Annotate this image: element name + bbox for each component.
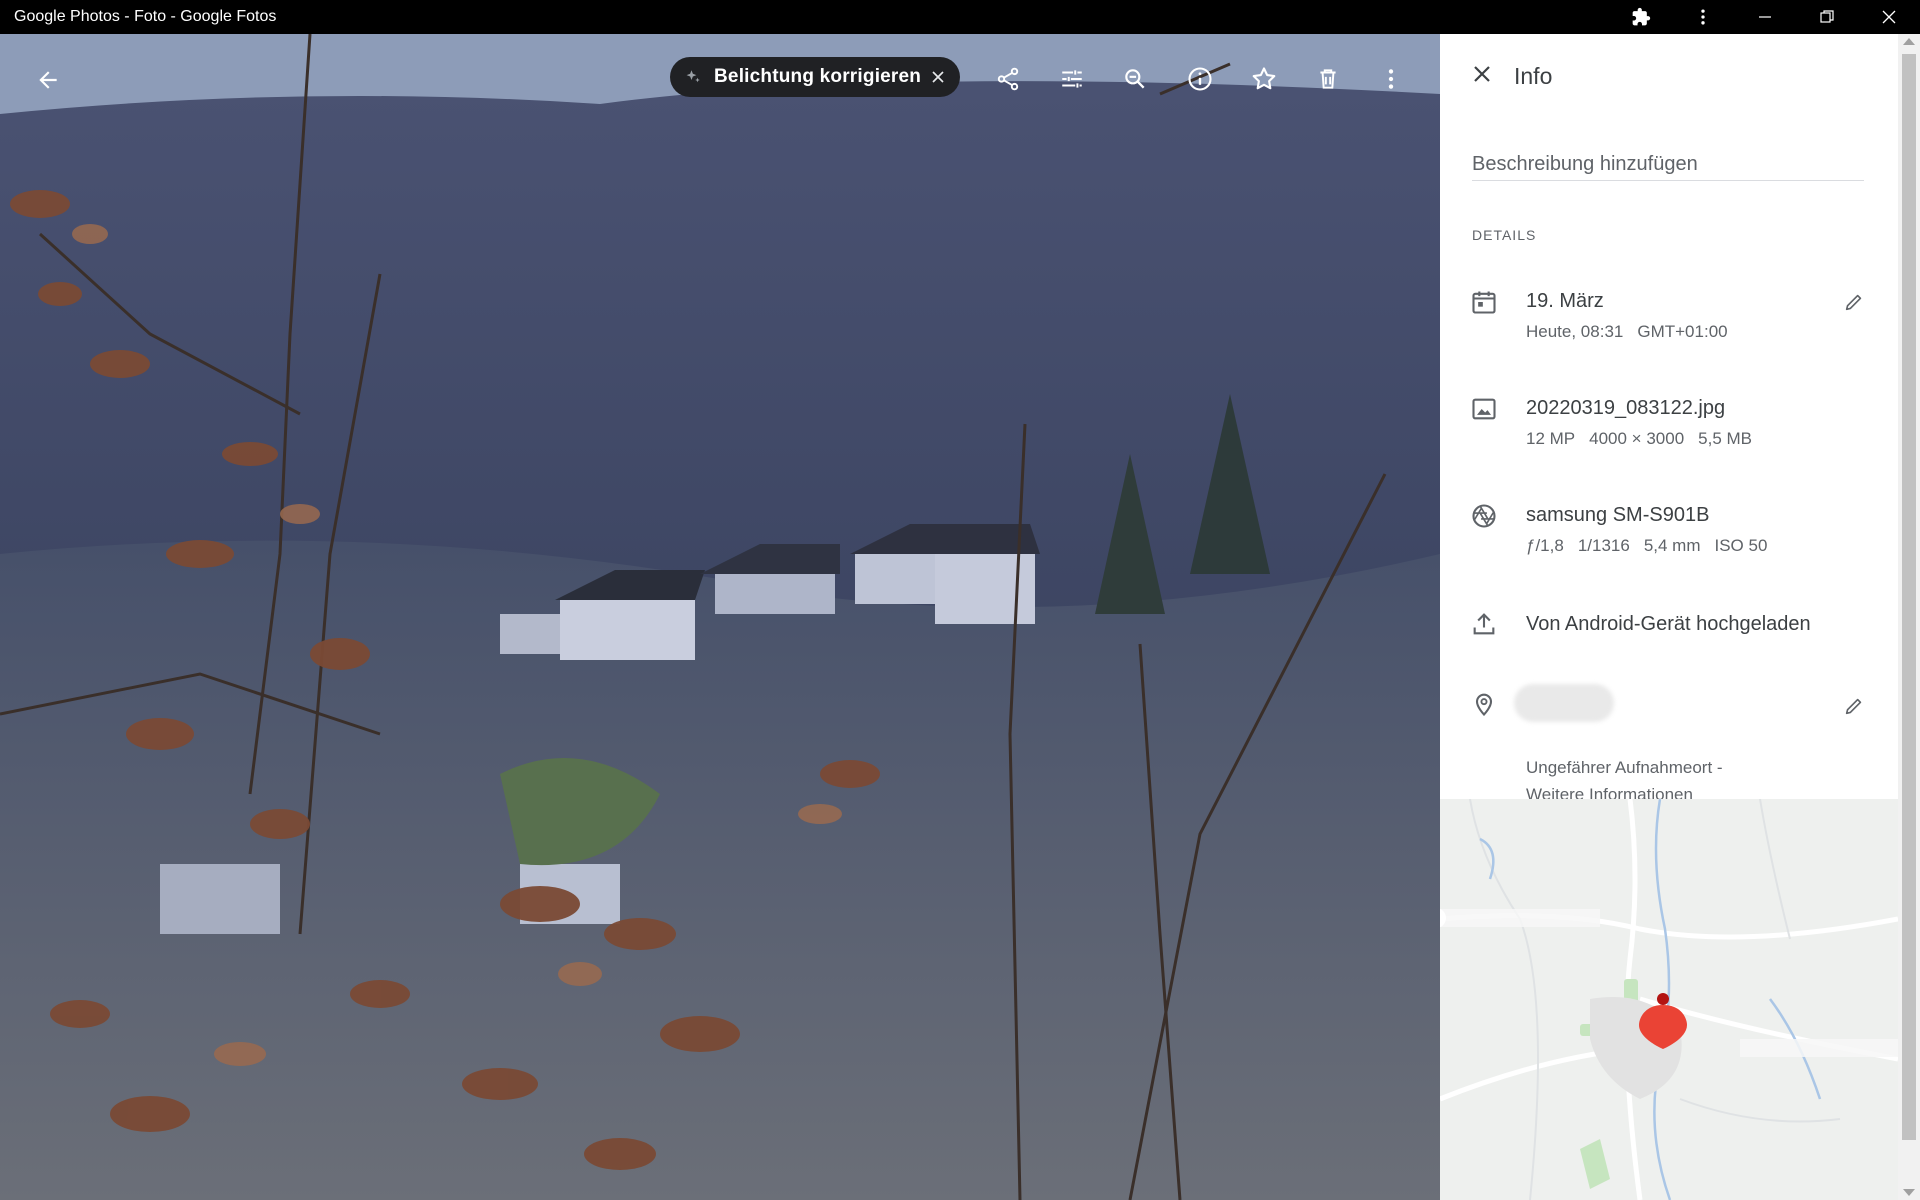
camera-settings: ƒ/1,8 1/1316 5,4 mm ISO 50 — [1526, 536, 1781, 556]
upload-source: Von Android-Gerät hochgeladen — [1526, 613, 1811, 635]
edit-button[interactable] — [1050, 57, 1094, 101]
extensions-icon[interactable] — [1610, 0, 1672, 34]
camera-focal-length: 5,4 mm — [1643, 536, 1701, 555]
file-details: 12 MP 4000 × 3000 5,5 MB — [1526, 429, 1766, 449]
map-label-redacted — [1440, 909, 1600, 927]
minimize-icon[interactable] — [1734, 0, 1796, 34]
location-pin-icon — [1475, 693, 1493, 717]
suggestion-chip-label: Belichtung korrigieren — [714, 66, 922, 87]
camera-aperture-icon — [1472, 504, 1496, 528]
details-heading: DETAILS — [1472, 227, 1537, 243]
pencil-icon — [1845, 698, 1862, 715]
file-megapixels: 12 MP — [1526, 429, 1576, 448]
back-button[interactable] — [26, 58, 70, 102]
delete-icon — [1320, 69, 1336, 89]
info-panel-title: Info — [1514, 63, 1553, 89]
window-controls — [1610, 0, 1920, 34]
location-note: Ungefährer Aufnahmeort - — [1526, 758, 1723, 777]
location-map[interactable] — [1440, 799, 1898, 1200]
chip-close-icon[interactable] — [928, 67, 948, 87]
camera-shutter: 1/1316 — [1577, 536, 1630, 555]
share-icon — [997, 67, 1019, 91]
camera-aperture: ƒ/1,8 — [1526, 536, 1564, 555]
pencil-icon — [1845, 294, 1862, 311]
date-secondary: Heute, 08:31 GMT+01:00 — [1526, 322, 1742, 342]
zoom-button[interactable] — [1113, 57, 1157, 101]
upload-icon — [1473, 613, 1495, 635]
tune-icon — [1062, 70, 1082, 88]
info-panel: Info DETAILS 19. März Heute, 08:31 GMT+01… — [1440, 34, 1898, 804]
suggestion-chip[interactable]: Belichtung korrigieren — [670, 57, 960, 97]
image-icon — [1472, 398, 1496, 420]
viewer-toolbar: Belichtung korrigieren — [0, 34, 1440, 120]
window-titlebar: Google Photos - Foto - Google Fotos — [0, 0, 1920, 34]
photo-viewer[interactable]: Belichtung korrigieren — [0, 34, 1440, 1200]
restore-icon[interactable] — [1796, 0, 1858, 34]
info-panel-header: Info — [1440, 34, 1898, 120]
zoom-out-icon — [1125, 69, 1145, 89]
panel-scrollbar[interactable] — [1898, 34, 1920, 1200]
info-button[interactable] — [1178, 57, 1222, 101]
delete-button[interactable] — [1306, 57, 1350, 101]
description-input[interactable] — [1472, 148, 1864, 181]
date-time: Heute, 08:31 — [1526, 322, 1624, 341]
arrow-left-icon — [39, 71, 57, 89]
file-resolution: 4000 × 3000 — [1589, 429, 1685, 448]
more-options-button[interactable] — [1369, 57, 1413, 101]
file-name: 20220319_083122.jpg — [1526, 397, 1726, 419]
auto-fix-icon — [686, 70, 700, 83]
scroll-down-arrow-icon[interactable] — [1903, 1189, 1915, 1196]
photo-image — [0, 34, 1440, 1200]
close-info-button[interactable] — [1462, 54, 1502, 94]
close-icon — [1474, 66, 1490, 82]
edit-date-button[interactable] — [1836, 284, 1872, 320]
map-canvas — [1440, 799, 1898, 1200]
calendar-icon — [1472, 291, 1496, 314]
camera-iso: ISO 50 — [1714, 536, 1768, 555]
map-label-redacted-2 — [1740, 1039, 1898, 1057]
date-timezone: GMT+01:00 — [1637, 322, 1728, 341]
info-icon — [1188, 67, 1212, 91]
location-name-redacted — [1514, 684, 1614, 722]
window-close-icon[interactable] — [1858, 0, 1920, 34]
more-vert-icon — [1388, 69, 1394, 89]
favorite-button[interactable] — [1242, 57, 1286, 101]
file-size: 5,5 MB — [1698, 429, 1753, 448]
camera-model: samsung SM-S901B — [1526, 504, 1710, 526]
scroll-up-arrow-icon[interactable] — [1903, 38, 1915, 45]
share-button[interactable] — [986, 57, 1030, 101]
edit-location-button[interactable] — [1836, 688, 1872, 724]
star-icon — [1252, 67, 1276, 90]
browser-menu-icon[interactable] — [1672, 0, 1734, 34]
date-primary: 19. März — [1526, 290, 1604, 312]
scrollbar-thumb[interactable] — [1902, 54, 1916, 1140]
window-title: Google Photos - Foto - Google Fotos — [14, 8, 277, 25]
